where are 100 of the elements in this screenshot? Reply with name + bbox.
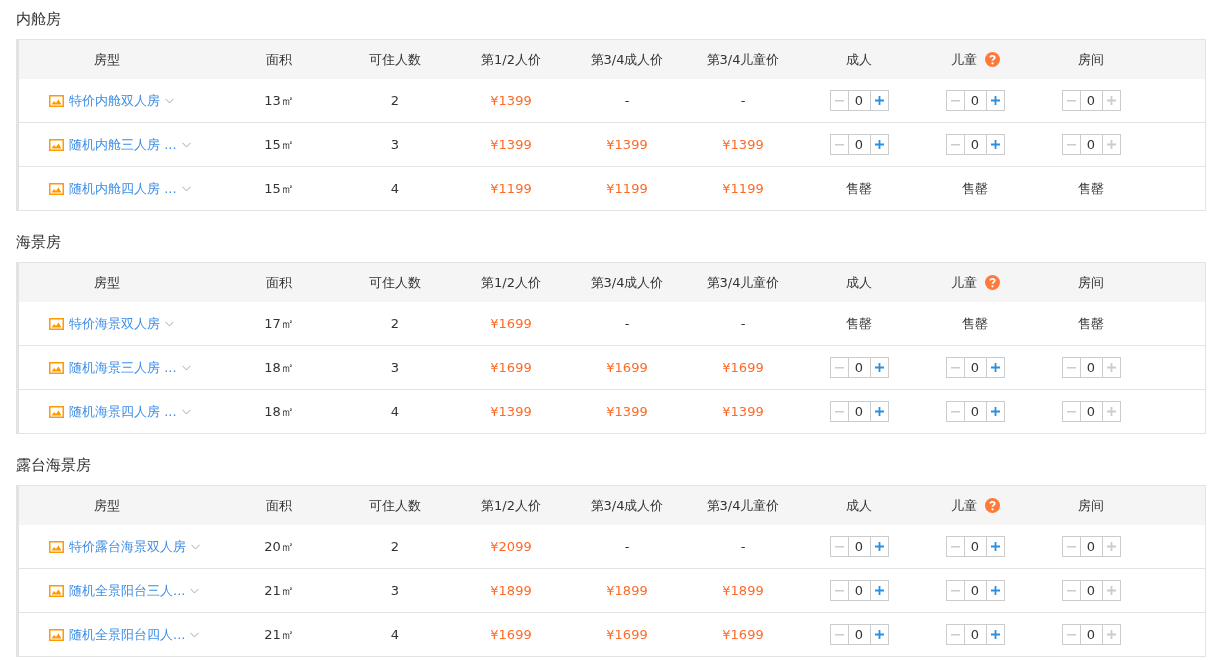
minus-button[interactable] (829, 357, 849, 378)
image-icon (49, 361, 64, 374)
room-name-link[interactable]: 随机内舱四人房 ... (69, 179, 177, 198)
chevron-down-icon[interactable] (181, 185, 191, 192)
price-cell: - (740, 93, 746, 108)
column-header: 成人 (846, 50, 872, 69)
section-title: 海景房 (16, 232, 62, 253)
minus-button[interactable] (829, 401, 849, 422)
minus-button[interactable] (945, 357, 965, 378)
quantity-field[interactable]: 0 (1080, 536, 1102, 557)
quantity-field[interactable]: 0 (964, 134, 986, 155)
price-cell: ¥1199 (490, 181, 532, 196)
help-icon[interactable] (984, 52, 1000, 67)
plus-icon (874, 542, 884, 551)
chevron-down-icon[interactable] (190, 631, 200, 638)
image-icon (49, 405, 64, 418)
minus-icon (950, 410, 960, 413)
price-cell: ¥1199 (606, 181, 648, 196)
section-title: 露台海景房 (16, 455, 92, 476)
chevron-down-icon[interactable] (191, 543, 200, 550)
chevron-down-icon[interactable] (165, 97, 174, 104)
area-cell: 18㎡ (264, 359, 294, 375)
price-cell: ¥1399 (490, 137, 532, 152)
room-name-link[interactable]: 随机海景四人房 ... (69, 402, 177, 421)
column-header: 第1/2人价 (481, 50, 541, 69)
quantity-field[interactable]: 0 (848, 401, 870, 422)
quantity-field[interactable]: 0 (964, 90, 986, 111)
sold-out-label: 售罄 (961, 314, 989, 333)
minus-button[interactable] (1061, 90, 1081, 111)
quantity-field[interactable]: 0 (964, 624, 986, 645)
capacity-cell: 3 (390, 360, 400, 375)
minus-button[interactable] (945, 580, 965, 601)
chevron-down-icon[interactable] (181, 141, 191, 148)
quantity-field[interactable]: 0 (964, 401, 986, 422)
quantity-field[interactable]: 0 (848, 536, 870, 557)
column-header: 可住人数 (369, 50, 421, 69)
price-cell: ¥1699 (606, 360, 648, 375)
column-header: 房型 (94, 273, 120, 292)
help-icon[interactable] (984, 498, 1000, 513)
price-cell: ¥1699 (606, 627, 648, 642)
column-header: 成人 (846, 273, 872, 292)
room-name-link[interactable]: 随机海景三人房 ... (69, 358, 177, 377)
column-header: 第1/2人价 (481, 496, 541, 515)
quantity-field[interactable]: 0 (848, 580, 870, 601)
quantity-field[interactable]: 0 (848, 134, 870, 155)
minus-button[interactable] (1061, 357, 1081, 378)
minus-button[interactable] (945, 134, 965, 155)
plus-icon (990, 140, 1000, 149)
room-name-link[interactable]: 特价海景双人房 (69, 314, 160, 333)
room-name-link[interactable]: 随机全景阳台三人... (69, 581, 186, 600)
chevron-down-icon[interactable] (181, 408, 191, 415)
quantity-field[interactable]: 0 (848, 90, 870, 111)
minus-icon (950, 99, 960, 102)
quantity-field[interactable]: 0 (1080, 401, 1102, 422)
minus-button[interactable] (945, 90, 965, 111)
quantity-field[interactable]: 0 (848, 357, 870, 378)
room-name-link[interactable]: 随机全景阳台四人... (69, 625, 186, 644)
area-cell: 20㎡ (264, 538, 294, 554)
minus-button[interactable] (829, 536, 849, 557)
price-cell: - (624, 539, 630, 554)
plus-icon (874, 586, 884, 595)
quantity-field[interactable]: 0 (1080, 90, 1102, 111)
help-icon[interactable] (984, 275, 1000, 290)
quantity-field[interactable]: 0 (1080, 357, 1102, 378)
minus-button[interactable] (1061, 536, 1081, 557)
room-name-link[interactable]: 特价内舱双人房 (69, 91, 160, 110)
plus-icon (1106, 542, 1116, 551)
minus-button[interactable] (945, 624, 965, 645)
quantity-field[interactable]: 0 (1080, 134, 1102, 155)
minus-button[interactable] (829, 134, 849, 155)
area-cell: 13㎡ (264, 92, 294, 108)
column-header: 房型 (94, 496, 120, 515)
column-header: 面积 (266, 273, 292, 292)
quantity-field[interactable]: 0 (964, 536, 986, 557)
column-header: 第3/4成人价 (590, 273, 664, 292)
quantity-field[interactable]: 0 (964, 357, 986, 378)
quantity-field[interactable]: 0 (1080, 624, 1102, 645)
column-header: 第3/4儿童价 (706, 273, 780, 292)
price-cell: - (624, 93, 630, 108)
minus-button[interactable] (945, 536, 965, 557)
minus-button[interactable] (1061, 580, 1081, 601)
minus-button[interactable] (945, 401, 965, 422)
chevron-down-icon[interactable] (190, 587, 200, 594)
quantity-field[interactable]: 0 (1080, 580, 1102, 601)
chevron-down-icon[interactable] (181, 364, 191, 371)
room-name-link[interactable]: 特价露台海景双人房 (69, 537, 186, 556)
price-cell: ¥1699 (722, 627, 764, 642)
minus-button[interactable] (829, 580, 849, 601)
minus-button[interactable] (1061, 401, 1081, 422)
minus-button[interactable] (829, 624, 849, 645)
column-header: 可住人数 (369, 496, 421, 515)
minus-button[interactable] (1061, 624, 1081, 645)
quantity-field[interactable]: 0 (848, 624, 870, 645)
minus-button[interactable] (1061, 134, 1081, 155)
chevron-down-icon[interactable] (165, 320, 174, 327)
area-cell: 18㎡ (264, 403, 294, 419)
quantity-field[interactable]: 0 (964, 580, 986, 601)
room-name-link[interactable]: 随机内舱三人房 ... (69, 135, 177, 154)
column-header: 第3/4成人价 (590, 496, 664, 515)
minus-button[interactable] (829, 90, 849, 111)
